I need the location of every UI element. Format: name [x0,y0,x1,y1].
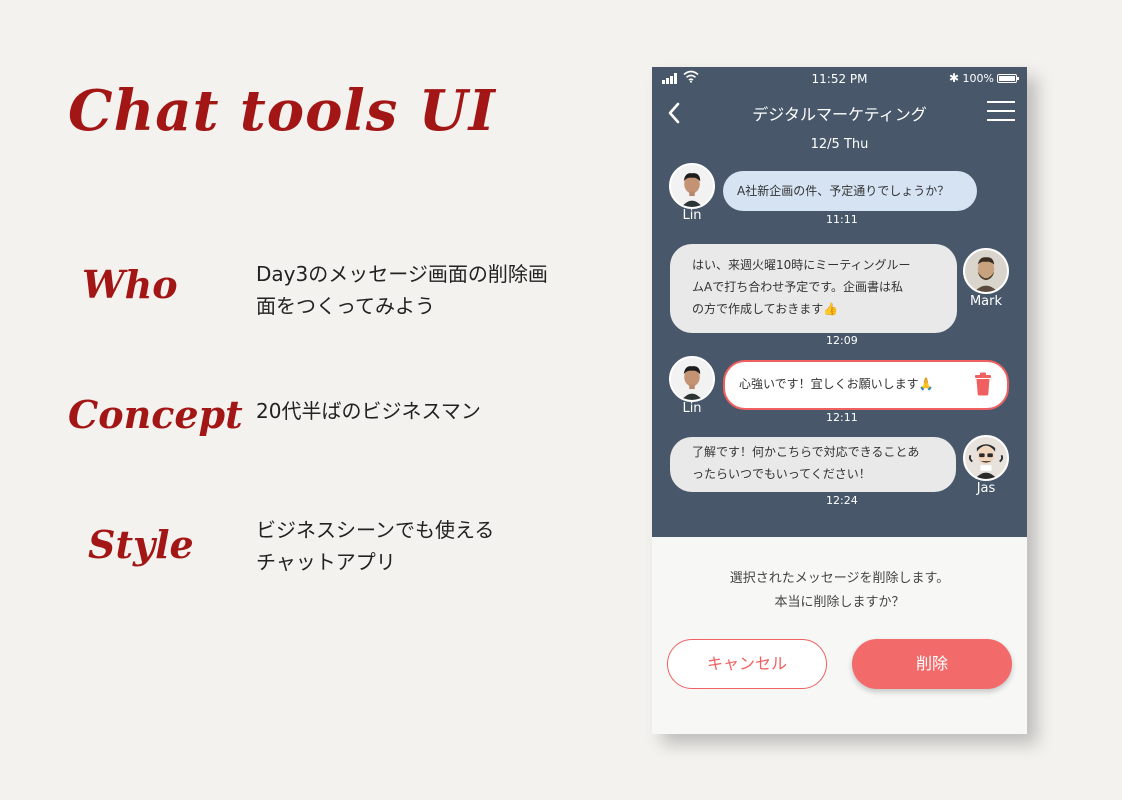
sender-name-jas: Jas [976,481,996,496]
message-text-line2: ったらいつでもいってください！ [692,467,871,481]
delete-confirmation-sheet: 選択されたメッセージを削除します。 本当に削除しますか？ キャンセル 削除 [652,537,1027,734]
message-bubble[interactable]: A社新企画の件、予定通りでしょうか？ [723,171,977,211]
who-description: Day3のメッセージ画面の削除画 面をつくってみよう [256,258,548,322]
delete-confirmation-message: 選択されたメッセージを削除します。 本当に削除しますか？ [652,567,1027,615]
message-text-line2: ムAで打ち合わせ予定です。企画書は私 [692,280,904,294]
style-text-line2: チャットアプリ [256,550,396,574]
style-text-line1: ビジネスシーンでも使える [256,518,495,542]
concept-text: 20代半ばのビジネスマン [256,399,481,423]
sender-name-mark: Mark [969,294,1003,309]
person-avatar-icon [671,165,713,207]
message-bubble[interactable]: はい、来週火曜10時にミーティングルー ムAで打ち合わせ予定です。企画書は私 の… [670,244,957,333]
illustrated-avatar-icon [965,437,1007,479]
person-avatar-icon [965,250,1007,292]
confirm-text-line1: 選択されたメッセージを削除します。 [729,571,950,586]
message-text: A社新企画の件、予定通りでしょうか？ [737,184,950,198]
trash-icon[interactable] [973,372,993,396]
confirm-text-line2: 本当に削除しますか？ [774,595,905,610]
message-bubble[interactable]: 了解です！何かこちらで対応できることあ ったらいつでもいってください！ [670,437,956,492]
battery-icon [997,74,1019,83]
delete-button[interactable]: 削除 [852,639,1012,689]
status-bar: 11:52 PM ✱ 100% [652,67,1027,91]
chat-date: 12/5 Thu [810,137,869,152]
cancel-button[interactable]: キャンセル [667,639,827,689]
phone-screen: 11:52 PM ✱ 100% デジタルマーケティング 12/5 Thu Lin… [652,67,1027,734]
message-time: 12:09 [826,334,858,347]
message-text: 心強いです！宜しくお願いします🙏 [739,377,934,391]
message-time: 11:11 [826,213,858,226]
avatar-jas[interactable] [963,435,1009,481]
sender-name-lin: Lin [682,401,702,416]
sender-name-lin: Lin [682,208,702,223]
who-text-line1: Day3のメッセージ画面の削除画 [256,262,548,286]
page-title: Chat tools UI [68,78,496,144]
avatar-lin[interactable] [669,356,715,402]
bluetooth-icon: ✱ [948,71,959,85]
battery-percent: 100% [962,72,994,85]
chat-room-title: デジタルマーケティング [752,105,927,124]
style-description: ビジネスシーンでも使える チャットアプリ [256,514,494,578]
style-label: Style [88,522,194,567]
concept-label: Concept [68,392,243,437]
who-label: Who [82,262,178,307]
message-time: 12:11 [826,411,858,424]
message-text-line1: 了解です！何かこちらで対応できることあ [692,445,920,459]
who-text-line2: 面をつくってみよう [256,294,435,318]
selected-message-bubble[interactable]: 心強いです！宜しくお願いします🙏 [723,360,1009,410]
hamburger-menu-icon[interactable] [987,100,1015,122]
person-avatar-icon [671,358,713,400]
message-text-line3: の方で作成しておきます👍 [692,302,839,316]
avatar-mark[interactable] [963,248,1009,294]
message-text-line1: はい、来週火曜10時にミーティングルー [692,258,911,272]
message-time: 12:24 [826,494,858,507]
avatar-lin[interactable] [669,163,715,209]
